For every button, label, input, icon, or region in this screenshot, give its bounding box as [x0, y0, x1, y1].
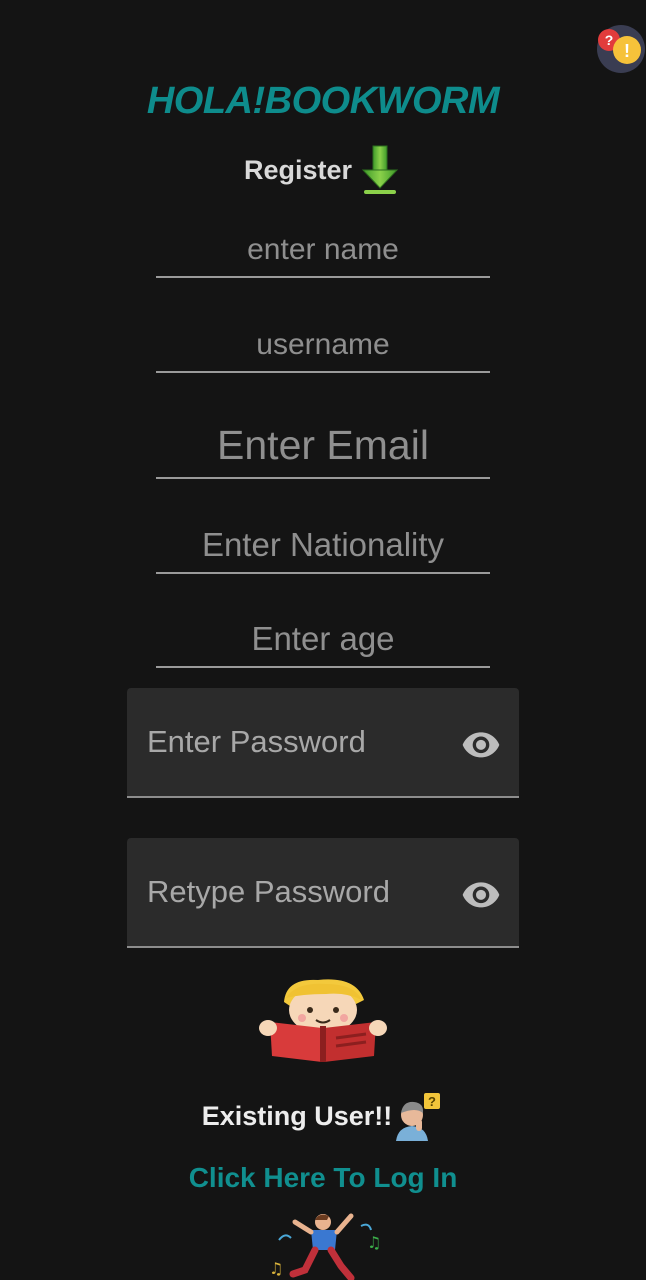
- nationality-field[interactable]: [156, 520, 490, 574]
- eye-icon[interactable]: [461, 724, 501, 764]
- register-label: Register: [243, 154, 353, 185]
- help-badge-icon[interactable]: ? !: [596, 24, 646, 74]
- svg-text:?: ?: [428, 1094, 436, 1109]
- svg-text:♫: ♫: [367, 1233, 381, 1252]
- username-input[interactable]: [156, 320, 490, 369]
- confused-person-icon: ?: [396, 1093, 441, 1141]
- dancing-person-illustration: ♫ ♫: [269, 1213, 381, 1280]
- svg-text:?: ?: [605, 32, 614, 48]
- name-field[interactable]: [156, 226, 490, 278]
- password-field[interactable]: [127, 688, 519, 798]
- register-heading: Register: [0, 144, 646, 196]
- login-link[interactable]: Click Here To Log In: [0, 1162, 646, 1194]
- down-arrow-icon: [361, 145, 399, 194]
- age-field[interactable]: [156, 614, 490, 668]
- nationality-input[interactable]: [156, 520, 490, 570]
- email-input[interactable]: [156, 416, 490, 475]
- age-input[interactable]: [156, 614, 490, 664]
- name-input[interactable]: [156, 226, 490, 274]
- retype-password-field[interactable]: [127, 838, 519, 948]
- retype-password-input[interactable]: [147, 838, 447, 946]
- reading-child-illustration: [259, 979, 387, 1062]
- email-field[interactable]: [156, 416, 490, 479]
- svg-text:♫: ♫: [269, 1259, 283, 1278]
- eye-icon[interactable]: [461, 874, 501, 914]
- existing-user-label: Existing User!!: [201, 1100, 393, 1131]
- password-input[interactable]: [147, 688, 447, 796]
- svg-text:!: !: [624, 41, 630, 61]
- app-title: HOLA!BOOKWORM: [146, 80, 500, 122]
- existing-user-row: Existing User!! ?: [0, 1090, 646, 1142]
- username-field[interactable]: [156, 320, 490, 373]
